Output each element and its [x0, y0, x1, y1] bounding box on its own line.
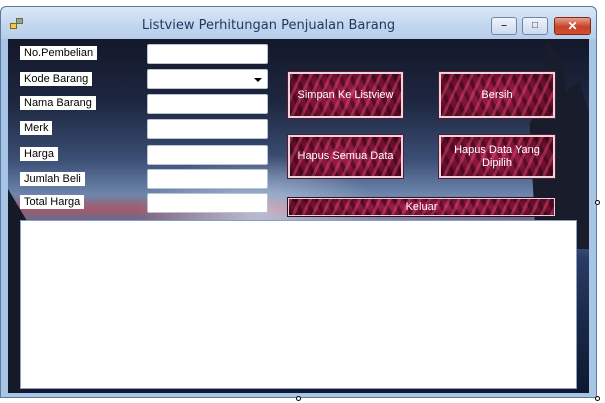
resize-handle-corner[interactable] — [595, 396, 600, 401]
title-bar[interactable]: Listview Perhitungan Penjualan Barang – … — [1, 7, 596, 39]
label-nama-barang: Nama Barang — [20, 96, 96, 110]
label-harga: Harga — [20, 147, 58, 161]
form-client-area: No.Pembelian Kode Barang Nama Barang Mer… — [8, 39, 589, 393]
hapus-semua-data-button[interactable]: Hapus Semua Data — [287, 134, 404, 179]
penjualan-listview[interactable] — [20, 220, 577, 389]
designer-frame: Listview Perhitungan Penjualan Barang – … — [0, 0, 600, 401]
kode-barang-combobox[interactable] — [147, 69, 268, 89]
harga-input[interactable] — [147, 145, 268, 165]
label-merk: Merk — [20, 121, 53, 135]
label-jumlah-beli: Jumlah Beli — [20, 172, 85, 186]
total-harga-input[interactable] — [147, 193, 268, 213]
merk-input[interactable] — [147, 119, 268, 139]
label-total-harga: Total Harga — [20, 195, 85, 209]
hapus-data-dipilih-button[interactable]: Hapus Data Yang Dipilih — [438, 134, 556, 179]
close-button[interactable]: ✕ — [554, 17, 591, 35]
close-icon: ✕ — [567, 19, 578, 33]
no-pembelian-input[interactable] — [147, 44, 268, 64]
maximize-icon: □ — [531, 20, 539, 31]
keluar-button[interactable]: Keluar — [287, 197, 556, 217]
resize-handle-right[interactable] — [595, 200, 600, 205]
nama-barang-input[interactable] — [147, 94, 268, 114]
minimize-icon: – — [501, 20, 507, 31]
jumlah-beli-input[interactable] — [147, 169, 268, 189]
label-kode-barang: Kode Barang — [20, 72, 93, 86]
bersih-button[interactable]: Bersih — [438, 71, 556, 119]
simpan-ke-listview-button[interactable]: Simpan Ke Listview — [287, 71, 404, 119]
dropdown-arrow-icon[interactable] — [254, 78, 262, 82]
minimize-button[interactable]: – — [491, 17, 517, 35]
maximize-button[interactable]: □ — [522, 17, 548, 35]
resize-handle-bottom[interactable] — [296, 396, 301, 401]
form-window: Listview Perhitungan Penjualan Barang – … — [0, 6, 597, 398]
label-no-pembelian: No.Pembelian — [20, 46, 98, 60]
